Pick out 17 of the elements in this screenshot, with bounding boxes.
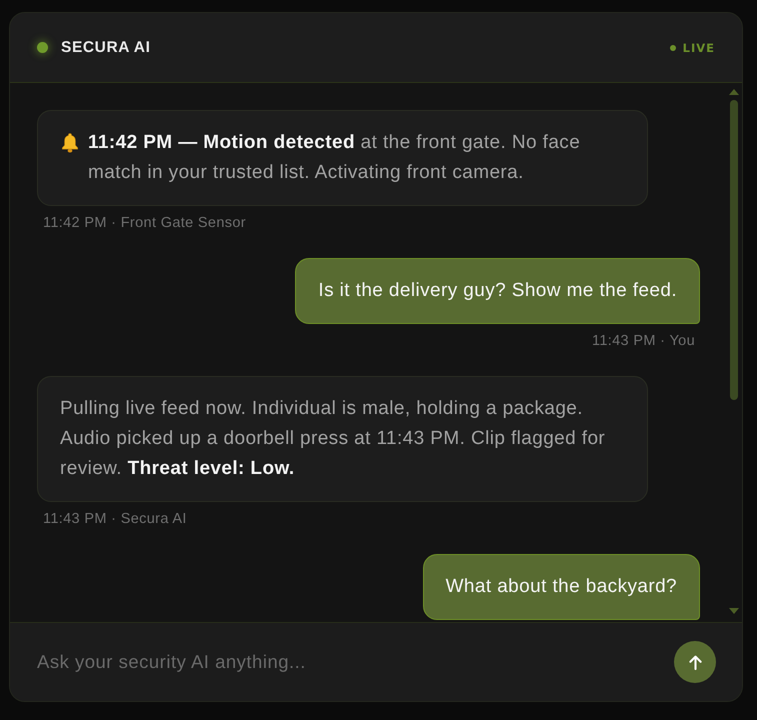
send-button[interactable] — [674, 641, 716, 683]
scrollbar-thumb[interactable] — [730, 100, 738, 400]
arrow-up-icon — [688, 654, 702, 670]
bell-icon — [60, 133, 80, 153]
scroll-down-icon[interactable] — [729, 608, 739, 614]
message-meta: 11:43 PM · You — [592, 333, 695, 350]
message-meta: 11:43 PM · Secura AI — [43, 511, 187, 528]
live-dot-icon — [670, 44, 676, 50]
message-text: What about the backyard? — [446, 576, 677, 597]
message-meta: 11:42 PM · Front Gate Sensor — [43, 215, 246, 232]
message-text: 11:42 PM — Motion detected at the front gate. No face match in your trusted list. Activating front camera. — [88, 131, 582, 185]
message-text: Is it the delivery guy? Show me the feed. — [318, 280, 677, 301]
live-status: LIVE — [682, 40, 715, 54]
message-input-field[interactable]: Ask your security AI anything... — [37, 645, 662, 679]
scroll-up-icon[interactable] — [729, 89, 739, 95]
app-title: SECURA AI — [61, 38, 151, 56]
message-text: Pulling live feed now. Individual is male, holding a package. Audio picked up a doorbell press at 11:43 PM. Clip flagged for review. Threat level: Low. — [60, 397, 606, 481]
